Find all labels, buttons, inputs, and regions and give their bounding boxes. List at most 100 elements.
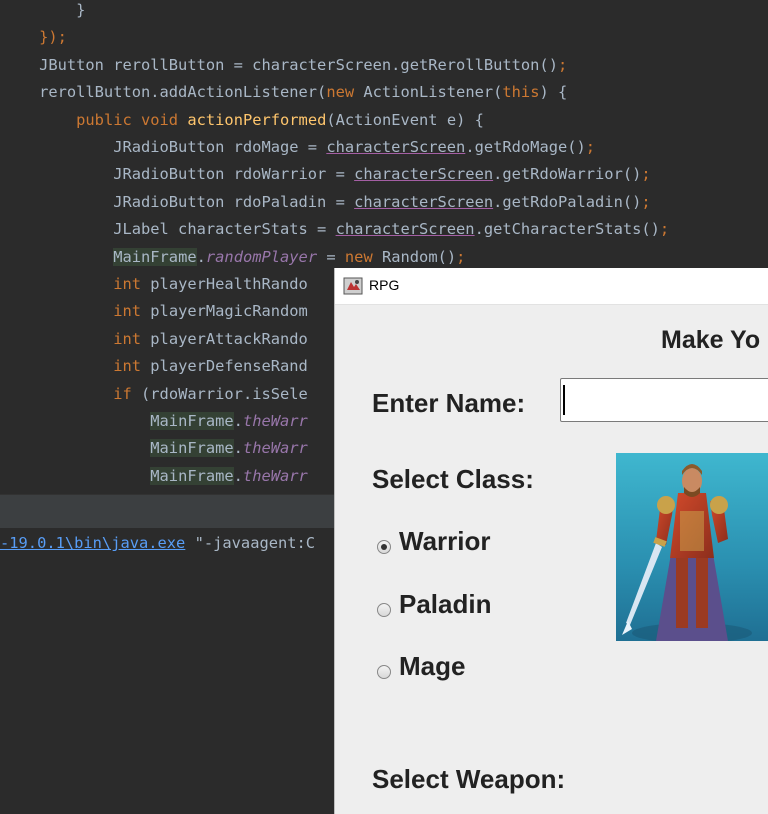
code-token: playerMagicRandom: [141, 302, 308, 321]
window-title: RPG: [369, 277, 400, 293]
code-line[interactable]: JRadioButton rdoPaladin = characterScree…: [2, 189, 651, 215]
mage-radio[interactable]: [377, 665, 391, 679]
code-line[interactable]: }: [2, 0, 85, 23]
code-token: int: [113, 357, 142, 376]
code-token: JRadioButton rdoWarrior =: [2, 165, 355, 184]
code-token: .getRdoWarrior(): [493, 165, 642, 184]
code-line[interactable]: MainFrame.theWarr: [2, 463, 308, 489]
code-token: theWarr: [242, 439, 308, 458]
code-token: MainFrame: [150, 439, 234, 458]
code-line[interactable]: MainFrame.theWarr: [2, 408, 308, 434]
code-token: int: [113, 275, 142, 293]
code-token: .: [233, 439, 243, 458]
code-token: .: [233, 466, 243, 485]
screen-heading: Make Yo: [661, 326, 761, 354]
code-token: theWarr: [242, 466, 308, 485]
code-token: .getRdoPaladin(): [493, 192, 642, 211]
warrior-portrait-image: [616, 453, 768, 641]
code-token: MainFrame: [150, 466, 234, 485]
code-token: JLabel characterStats =: [2, 220, 336, 239]
text-caret: [563, 385, 565, 415]
code-token: (ActionEvent e) {: [326, 110, 484, 129]
code-token: JButton rerollButton = characterScreen.g…: [2, 55, 558, 74]
code-token: ;: [641, 192, 651, 211]
code-line[interactable]: JButton rerollButton = characterScreen.g…: [2, 52, 567, 78]
java-exe-link[interactable]: -19.0.1\bin\java.exe: [0, 534, 185, 552]
code-line[interactable]: MainFrame.randomPlayer = new Random();: [2, 244, 465, 270]
code-token: int: [113, 329, 142, 348]
code-line[interactable]: });: [2, 24, 67, 50]
code-token: MainFrame: [150, 412, 234, 430]
code-line[interactable]: if (rdoWarrior.isSele: [2, 381, 308, 407]
code-line[interactable]: JRadioButton rdoWarrior = characterScree…: [2, 161, 650, 187]
code-token: actionPerformed: [187, 110, 327, 129]
mage-label[interactable]: Mage: [399, 651, 465, 682]
code-token: ;: [659, 220, 670, 239]
code-token: theWarr: [242, 412, 308, 430]
code-line[interactable]: int playerHealthRando: [2, 271, 308, 297]
rpg-window: RPG Make Yo Enter Name: Select Class: Wa…: [334, 268, 768, 814]
code-token: Random(): [372, 247, 457, 266]
code-token: .getCharacterStats(): [474, 220, 660, 239]
code-token: ActionListener(: [354, 83, 503, 102]
code-token: new: [326, 83, 355, 102]
code-line[interactable]: MainFrame.theWarr: [2, 435, 308, 461]
code-token: characterScreen: [354, 165, 494, 184]
code-token: MainFrame: [113, 247, 197, 266]
code-token: JRadioButton rdoMage =: [2, 138, 327, 156]
paladin-label[interactable]: Paladin: [399, 589, 491, 620]
warrior-radio[interactable]: [377, 540, 391, 554]
code-token: playerAttackRando: [141, 329, 308, 348]
select-class-label: Select Class:: [372, 464, 534, 494]
code-token: public void: [76, 110, 179, 129]
code-token: .: [196, 247, 206, 266]
code-token: JRadioButton rdoPaladin =: [2, 192, 355, 211]
code-line[interactable]: int playerAttackRando: [2, 326, 308, 352]
paladin-radio[interactable]: [377, 603, 391, 617]
code-token: randomPlayer: [205, 247, 318, 266]
code-line[interactable]: rerollButton.addActionListener(new Actio…: [2, 79, 567, 105]
java-app-icon: [343, 277, 363, 295]
code-token: (rdoWarrior.isSele: [131, 384, 308, 403]
code-token: rerollButton.addActionListener(: [2, 83, 327, 102]
window-titlebar[interactable]: RPG: [335, 268, 768, 305]
code-token: playerDefenseRand: [141, 357, 308, 376]
console-command-line: -19.0.1\bin\java.exe "-javaagent:C: [0, 533, 315, 553]
code-line[interactable]: JLabel characterStats = characterScreen.…: [2, 216, 669, 242]
code-token: int: [113, 302, 142, 321]
code-token: ;: [557, 55, 568, 74]
code-token: this: [502, 83, 540, 102]
code-token: ;: [456, 247, 466, 266]
code-token: characterScreen: [354, 192, 494, 211]
code-line[interactable]: public void actionPerformed(ActionEvent …: [2, 107, 484, 133]
name-input[interactable]: [560, 378, 768, 422]
code-token: .: [233, 412, 243, 430]
code-token: .getRdoMage(): [465, 138, 586, 156]
code-line[interactable]: int playerMagicRandom: [2, 298, 308, 324]
code-line[interactable]: int playerDefenseRand: [2, 353, 308, 379]
code-token: characterScreen: [335, 220, 475, 239]
code-line[interactable]: JRadioButton rdoMage = characterScreen.g…: [2, 134, 595, 160]
code-token: characterScreen: [326, 138, 466, 156]
code-token: new: [344, 247, 373, 266]
code-token: playerHealthRando: [141, 275, 308, 293]
code-token: if: [113, 384, 132, 403]
warrior-label[interactable]: Warrior: [399, 526, 491, 557]
code-token: }: [2, 1, 86, 19]
code-token: ) {: [539, 83, 568, 102]
javaagent-arg: "-javaagent:C: [185, 534, 316, 552]
enter-name-label: Enter Name:: [372, 388, 526, 418]
code-token: ;: [585, 138, 596, 156]
code-token: });: [2, 28, 67, 47]
